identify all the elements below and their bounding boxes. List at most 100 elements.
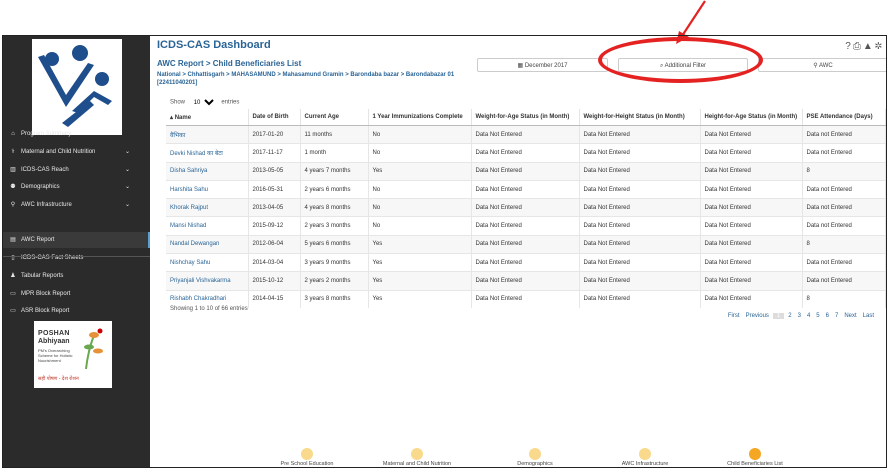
sidebar-item-awc-report[interactable]: ▤ AWC Report xyxy=(3,232,150,248)
awc-filter-button[interactable]: ⚲ AWC xyxy=(758,58,886,72)
column-header[interactable]: Weight-for-Age Status (in Month) xyxy=(471,109,580,126)
table-cell: Data Not Entered xyxy=(700,124,803,144)
table-row: वैभिका 2017-01-20 11 months No Data Not Ente… xyxy=(166,124,886,144)
column-header-label: Date of Birth xyxy=(252,114,289,120)
chevron-down-icon: ⌄ xyxy=(124,167,130,173)
breadcrumb[interactable]: National > Chhattisgarh > MAHASAMUND > M… xyxy=(157,71,457,87)
table-cell: 2 years 6 months xyxy=(300,179,369,199)
table-cell: Data Not Entered xyxy=(471,289,580,308)
help-icon[interactable]: ? xyxy=(845,41,853,52)
date-filter-button[interactable]: ▦ December 2017 xyxy=(477,58,608,72)
file-icon: ▭ xyxy=(10,291,16,297)
column-header[interactable]: 1 Year Immunizations Complete xyxy=(368,109,472,126)
pagination-last[interactable]: Last xyxy=(861,313,876,319)
nutrition-icon: ⚕ xyxy=(11,149,15,155)
pagination-page[interactable]: 6 xyxy=(824,313,831,319)
page-size-select[interactable]: 10 xyxy=(189,98,217,107)
table-cell: Data Not Entered xyxy=(579,289,701,308)
poshan-title: POSHAN xyxy=(38,330,70,337)
pagination-page[interactable]: 1 xyxy=(772,313,785,319)
table-cell: 2016-05-31 xyxy=(248,179,301,199)
sidebar: ⌂ Program Summary ⚕ Maternal and Child Nutr… xyxy=(3,36,150,467)
table-cell: Data not Entered xyxy=(802,198,886,217)
sidebar-item-label: AWC Infrastructure xyxy=(21,202,72,208)
table-cell: Data Not Entered xyxy=(700,198,803,217)
pagination: First Previous 1 2 3 4 5 6 7 Next Last xyxy=(726,313,876,319)
table-cell: 2014-04-15 xyxy=(248,289,301,308)
page-title: ICDS-CAS Dashboard xyxy=(157,39,271,51)
pagination-page[interactable]: 2 xyxy=(786,313,793,319)
column-header[interactable]: Weight-for-Height Status (in Month) xyxy=(579,109,701,126)
pagination-page[interactable]: 7 xyxy=(833,313,840,319)
sidebar-item-label: MPR Block Report xyxy=(21,291,71,297)
step-demographics[interactable]: Demographics xyxy=(490,448,580,467)
table-cell: Data Not Entered xyxy=(579,271,701,291)
table-cell: 8 xyxy=(802,234,886,254)
table-cell: 2014-03-04 xyxy=(248,253,301,272)
location-pin-icon: ⚲ xyxy=(10,202,16,208)
step-pre-school-education[interactable]: Pre School Education xyxy=(262,448,352,467)
column-header[interactable]: Height-for-Age Status (in Month) xyxy=(700,109,803,126)
awc-filter-label: AWC xyxy=(818,63,833,69)
table-cell: Data Not Entered xyxy=(579,216,701,236)
pagination-next[interactable]: Next xyxy=(842,313,858,319)
beneficiary-name-link[interactable]: Disha Sahriya xyxy=(166,161,249,181)
table-cell: Data Not Entered xyxy=(471,253,580,272)
table-cell: Data not Entered xyxy=(802,253,886,272)
column-header-label: Weight-for-Age Status (in Month) xyxy=(475,114,570,120)
table-cell: No xyxy=(368,124,472,144)
column-header-label: Current Age xyxy=(304,114,339,120)
table-cell: Data Not Entered xyxy=(579,124,701,144)
pagination-previous[interactable]: Previous xyxy=(744,313,771,319)
sidebar-item-program-summary[interactable]: ⌂ Program Summary xyxy=(3,126,150,142)
column-header[interactable]: PSE Attendance (Days) xyxy=(802,109,886,126)
step-label: Child Beneficiaries List xyxy=(727,461,783,467)
beneficiary-name-link[interactable]: Khorak Rajput xyxy=(166,198,249,217)
sidebar-item-asr-block-report[interactable]: ▭ ASR Block Report xyxy=(3,303,150,319)
pagination-page[interactable]: 5 xyxy=(814,313,821,319)
sidebar-item-maternal-and-child-nutrition[interactable]: ⚕ Maternal and Child Nutrition ⌄ xyxy=(3,144,150,160)
column-header[interactable]: ▴ Name xyxy=(166,109,249,126)
step-awc-infrastructure[interactable]: AWC Infrastructure xyxy=(600,448,690,467)
sidebar-item-icds-cas-reach[interactable]: ▥ ICDS-CAS Reach ⌄ xyxy=(3,162,150,178)
table-cell: Data not Entered xyxy=(802,179,886,199)
sidebar-item-mpr-block-report[interactable]: ▭ MPR Block Report xyxy=(3,286,150,302)
sidebar-item-demographics[interactable]: ⚉ Demographics ⌄ xyxy=(3,179,150,195)
beneficiary-name-link[interactable]: Harshita Sahu xyxy=(166,179,249,199)
user-icon: ♟ xyxy=(10,273,16,279)
gear-icon[interactable]: ✲ xyxy=(875,41,884,52)
pagination-page[interactable]: 3 xyxy=(796,313,803,319)
pagination-page[interactable]: 4 xyxy=(805,313,812,319)
table-cell: 2017-01-20 xyxy=(248,124,301,144)
beneficiary-name-link[interactable]: Priyanjali Vishvakarma xyxy=(166,271,249,291)
report-title: AWC Report > Child Beneficiaries List xyxy=(157,59,302,68)
beneficiary-name-link[interactable]: Nishchay Sahu xyxy=(166,253,249,272)
beneficiary-name-link[interactable]: Nandal Dewangan xyxy=(166,234,249,254)
step-child-beneficiaries-list[interactable]: Child Beneficiaries List xyxy=(710,448,800,467)
beneficiary-name-link[interactable]: Mansi Nishad xyxy=(166,216,249,236)
sidebar-item-icds-cas-fact-sheets[interactable]: ▯ ICDS-CAS Fact Sheets xyxy=(3,250,150,266)
home-icon: ⌂ xyxy=(11,131,15,137)
sidebar-item-tabular-reports[interactable]: ♟ Tabular Reports xyxy=(3,268,150,284)
table-cell: 2 years 3 months xyxy=(300,216,369,236)
date-filter-label: December 2017 xyxy=(524,63,568,69)
report-steps: Pre School Education Maternal and Child N… xyxy=(262,448,812,467)
table-cell: Data Not Entered xyxy=(471,198,580,217)
column-header-label: Name xyxy=(174,114,192,121)
table-cell: 5 years 6 months xyxy=(300,234,369,254)
beneficiary-name-link[interactable]: Devki Nishad का बेटा xyxy=(166,143,249,163)
print-icon[interactable]: ⎙ xyxy=(853,41,863,52)
poshan-hindi-slogan: सही पोषण - देश रोशन xyxy=(38,376,79,382)
table-cell: Data Not Entered xyxy=(700,179,803,199)
column-header[interactable]: Date of Birth xyxy=(248,109,301,126)
table-cell: Yes xyxy=(368,253,472,272)
step-maternal-and-child-nutrition[interactable]: Maternal and Child Nutrition xyxy=(372,448,462,467)
table-row: Mansi Nishad 2015-09-12 2 years 3 months No… xyxy=(166,216,886,236)
beneficiary-name-link[interactable]: वैभिका xyxy=(166,124,249,144)
poshan-abhiyaan-logo: POSHAN Abhiyaan PM's Overarching Scheme … xyxy=(34,321,112,388)
sidebar-item-label: ICDS-CAS Reach xyxy=(21,167,69,173)
pagination-first[interactable]: First xyxy=(726,313,742,319)
warning-icon[interactable]: ▲ xyxy=(863,41,875,52)
column-header[interactable]: Current Age xyxy=(300,109,369,126)
sidebar-item-awc-infrastructure[interactable]: ⚲ AWC Infrastructure ⌄ xyxy=(3,197,150,213)
